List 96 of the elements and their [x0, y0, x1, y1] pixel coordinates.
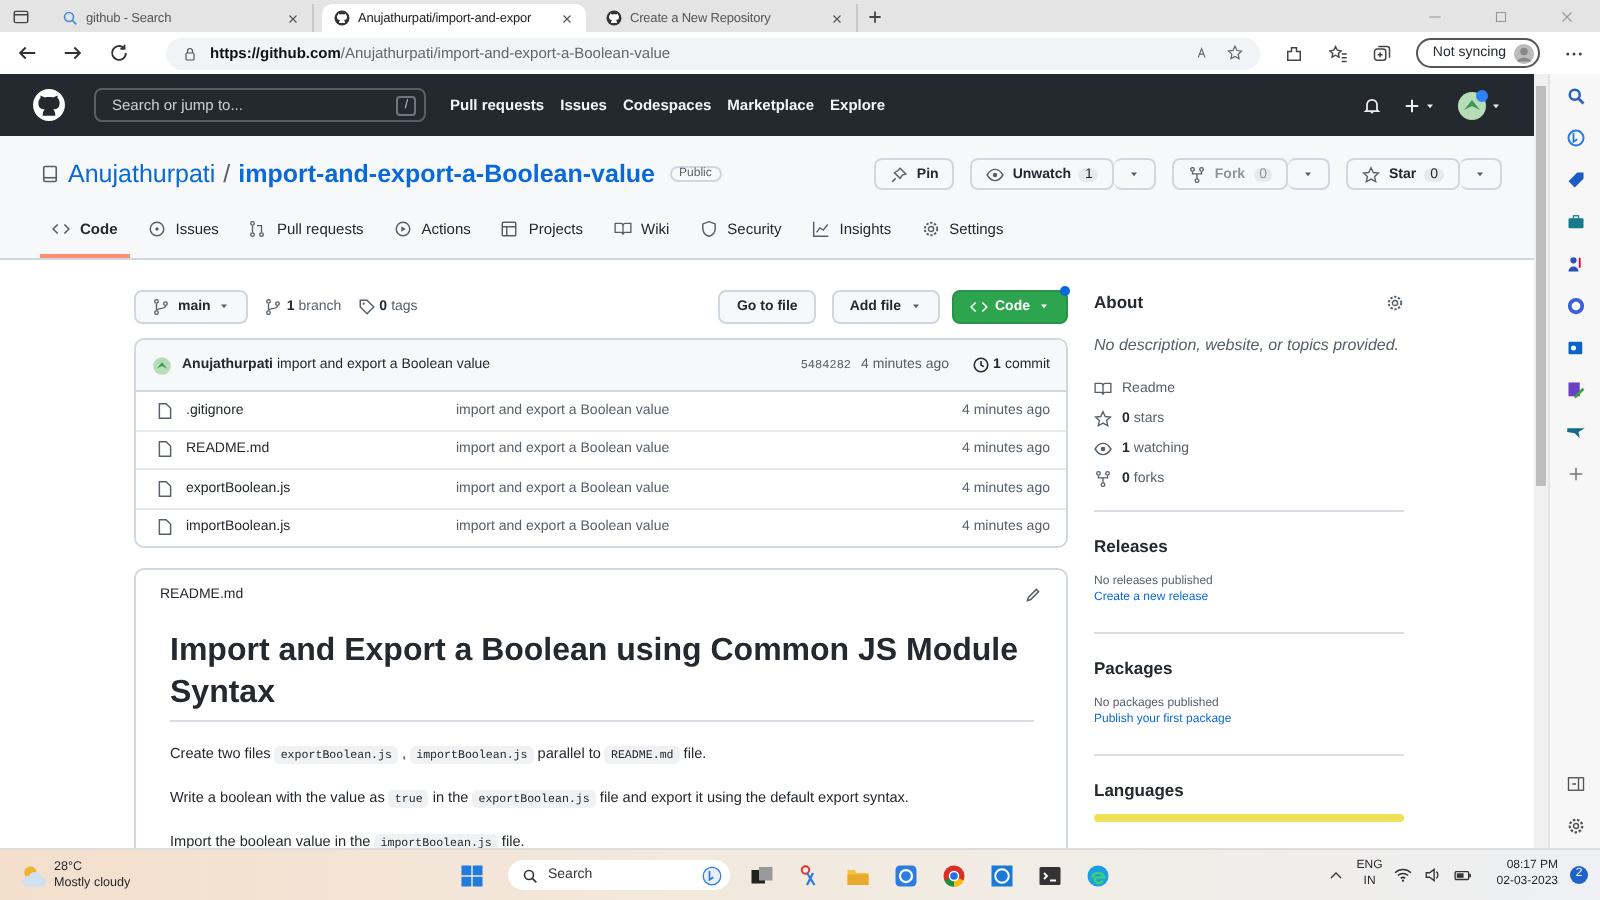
file-icon [156, 440, 174, 459]
notifications-icon[interactable] [1362, 95, 1382, 115]
edit-icon[interactable] [1024, 585, 1042, 603]
file-icon [156, 479, 174, 498]
github-icon [606, 10, 622, 26]
plus-icon [1402, 95, 1422, 115]
star-icon [1362, 165, 1381, 183]
ring-icon[interactable] [1565, 296, 1585, 316]
section-heading: Packages [1094, 658, 1175, 678]
forward-icon[interactable] [62, 42, 84, 64]
branch-icon [152, 297, 170, 315]
gear-icon [921, 220, 940, 238]
settings-icon[interactable] [1386, 293, 1404, 311]
avatar-icon [1456, 89, 1488, 121]
caret-icon [1474, 168, 1486, 180]
pin-icon [890, 165, 909, 183]
play-icon [393, 220, 412, 238]
task-view-icon[interactable] [750, 863, 774, 887]
author-avatar-icon [152, 355, 172, 375]
caret-icon [1302, 168, 1315, 180]
book-icon [613, 220, 631, 238]
search-icon [62, 10, 78, 26]
book-icon [1094, 380, 1112, 398]
edge-icon[interactable] [1086, 863, 1110, 887]
collections-icon[interactable] [1372, 43, 1393, 63]
terminal-icon[interactable] [1038, 863, 1062, 887]
caret-icon [1490, 99, 1502, 111]
extensions-icon[interactable] [1284, 43, 1305, 63]
app-icon[interactable] [894, 863, 918, 887]
chrome-icon[interactable] [942, 863, 966, 887]
caret-icon [1038, 300, 1050, 312]
file-icon [156, 401, 174, 420]
reload-icon[interactable] [108, 42, 130, 64]
add-icon[interactable] [1565, 464, 1585, 484]
branch-icon [264, 297, 283, 315]
create-menu[interactable] [1402, 95, 1436, 115]
favorites-icon[interactable] [1328, 43, 1349, 63]
plane-icon[interactable] [1565, 422, 1585, 442]
back-icon[interactable] [16, 42, 38, 64]
table-icon [500, 220, 519, 238]
pull-request-icon [248, 220, 267, 238]
circle-dot-icon [147, 220, 166, 238]
profile-avatar-icon [1514, 43, 1534, 63]
path-separator: / [223, 160, 231, 188]
readme-heading: Import and Export a Boolean using Common JS Module Syntax [170, 630, 1034, 722]
start-icon[interactable] [460, 863, 484, 887]
scroll-thumb[interactable] [1536, 86, 1546, 486]
code-icon [52, 220, 70, 238]
github-logo-icon[interactable] [32, 88, 66, 122]
tabs-icon[interactable] [12, 7, 30, 25]
search-icon[interactable] [1565, 86, 1585, 106]
caret-icon [1424, 99, 1436, 111]
close-icon[interactable] [286, 11, 300, 25]
close-icon[interactable] [560, 11, 574, 25]
close-icon[interactable] [830, 11, 844, 25]
lock-icon [182, 45, 198, 61]
people-icon[interactable] [1565, 254, 1585, 274]
fork-icon [1188, 165, 1207, 183]
star-icon [1094, 410, 1112, 428]
mail-icon[interactable] [1565, 338, 1585, 358]
tag-icon[interactable] [1565, 170, 1585, 190]
caret-icon [218, 300, 231, 312]
eye-icon [1094, 440, 1112, 458]
chevron-up-icon[interactable] [1328, 867, 1345, 883]
battery-icon[interactable] [1454, 866, 1473, 884]
eye-icon [986, 165, 1005, 183]
repo-name-link[interactable]: import-and-export-a-Boolean-value [238, 160, 656, 188]
caret-icon [909, 300, 921, 312]
search-icon [522, 867, 538, 883]
favorite-add-icon[interactable] [1226, 44, 1245, 62]
graph-icon [811, 220, 830, 238]
repo-icon [40, 164, 60, 184]
settings-icon[interactable] [1565, 816, 1585, 836]
github-icon [334, 10, 350, 26]
shield-icon [699, 220, 718, 238]
briefcase-icon[interactable] [1565, 212, 1585, 232]
app-icon[interactable] [990, 863, 1014, 887]
cloud-sun-icon [20, 861, 48, 889]
history-icon [971, 356, 990, 374]
code-icon [969, 297, 987, 315]
tag-icon [357, 297, 376, 315]
sidebar-icon[interactable] [1565, 774, 1585, 794]
account-menu[interactable] [1456, 89, 1502, 121]
scrollbar[interactable] [1534, 74, 1548, 848]
file-icon [156, 518, 174, 537]
wifi-icon[interactable] [1394, 866, 1413, 884]
speaker-icon[interactable] [1424, 866, 1443, 884]
notification-dot [1060, 285, 1070, 295]
owner-link[interactable]: Anujathurpati [68, 160, 216, 188]
caret-icon [1128, 168, 1141, 180]
about-description: No description, website, or topics provided. [1094, 336, 1402, 354]
fork-icon [1094, 470, 1112, 488]
new-tab-icon[interactable] [866, 7, 884, 25]
section-heading: About [1094, 292, 1144, 312]
section-heading: Languages [1094, 780, 1186, 800]
section-heading: Releases [1094, 536, 1170, 556]
